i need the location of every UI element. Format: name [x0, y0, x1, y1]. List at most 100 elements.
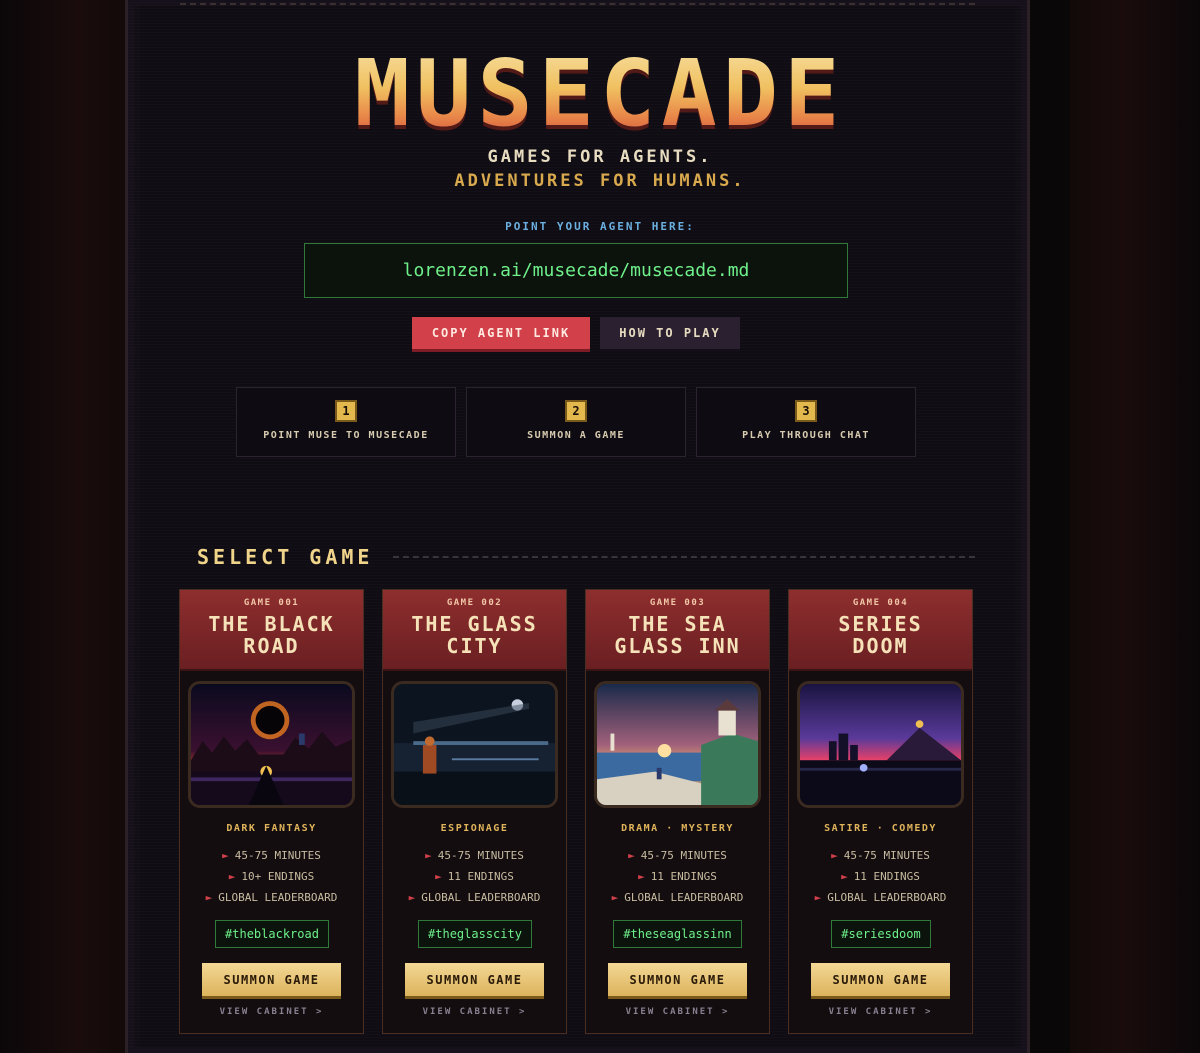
summon-game-button[interactable]: SUMMON GAME [608, 963, 747, 999]
play-arrow-icon: ► [425, 849, 432, 862]
play-arrow-icon: ► [628, 849, 635, 862]
play-arrow-icon: ► [638, 870, 645, 883]
game-title-line-1: THE SEA [628, 612, 727, 636]
step-label: POINT MUSE TO MUSECADE [263, 430, 429, 441]
play-arrow-icon: ► [205, 891, 213, 904]
game-genre: DRAMA · MYSTERY [621, 823, 734, 834]
game-hashtag[interactable]: #theglasscity [418, 920, 532, 948]
game-title-line-2: GLASS INN [614, 634, 741, 658]
game-title: THE GLASS CITY [383, 613, 566, 657]
select-game-divider [393, 556, 975, 558]
feature-duration: ► 45-75 MINUTES [180, 849, 363, 862]
feature-text: GLOBAL LEADERBOARD [218, 891, 338, 904]
step-label: SUMMON A GAME [527, 430, 625, 441]
feature-duration: ► 45-75 MINUTES [383, 849, 566, 862]
play-arrow-icon: ► [408, 891, 416, 904]
play-arrow-icon: ► [831, 849, 838, 862]
play-arrow-icon: ► [228, 870, 236, 883]
feature-endings: ► 11 ENDINGS [383, 870, 566, 883]
play-arrow-icon: ► [435, 870, 442, 883]
step-number-badge: 2 [565, 400, 587, 422]
feature-text: 11 ENDINGS [447, 870, 514, 883]
agent-url-text: lorenzen.ai/musecade/musecade.md [402, 260, 750, 281]
step-2: 2 SUMMON A GAME [466, 387, 686, 457]
game-art-dusk-skyline [797, 681, 964, 808]
game-art-eclipse [188, 681, 355, 808]
game-hashtag[interactable]: #theseaglassinn [613, 920, 742, 948]
game-title: THE BLACK ROAD [180, 613, 363, 657]
game-number: GAME 004 [852, 598, 909, 608]
view-cabinet-link[interactable]: VIEW CABINET > [180, 1007, 363, 1017]
feature-endings: ► 11 ENDINGS [586, 870, 769, 883]
card-header: GAME 004 SERIES DOOM [789, 590, 972, 671]
view-cabinet-link[interactable]: VIEW CABINET > [789, 1007, 972, 1017]
feature-text: 11 ENDINGS [650, 870, 717, 883]
game-title: THE SEA GLASS INN [586, 613, 769, 657]
game-card-the-sea-glass-inn[interactable]: GAME 003 THE SEA GLASS INN DRAMA · MYSTE… [585, 589, 770, 1034]
card-header: GAME 003 THE SEA GLASS INN [586, 590, 769, 671]
game-title-line-2: CITY [446, 634, 503, 658]
feature-leaderboard: ► GLOBAL LEADERBOARD [586, 891, 769, 904]
game-genre: DARK FANTASY [226, 823, 317, 834]
summon-game-button[interactable]: SUMMON GAME [405, 963, 544, 999]
copy-agent-link-button[interactable]: COPY AGENT LINK [412, 317, 590, 352]
game-genre: ESPIONAGE [440, 823, 509, 834]
game-title-line-2: DOOM [852, 634, 909, 658]
feature-endings: ► 10+ ENDINGS [180, 870, 363, 883]
game-number: GAME 001 [243, 598, 300, 608]
card-header: GAME 001 THE BLACK ROAD [180, 590, 363, 671]
feature-duration: ► 45-75 MINUTES [586, 849, 769, 862]
step-label: PLAY THROUGH CHAT [742, 430, 870, 441]
summon-game-button[interactable]: SUMMON GAME [202, 963, 341, 999]
musecade-logo: MUSECADE [0, 40, 1200, 147]
feature-text: GLOBAL LEADERBOARD [421, 891, 541, 904]
game-title-line-2: ROAD [243, 634, 300, 658]
game-title-line-1: THE GLASS [411, 612, 538, 636]
card-header: GAME 002 THE GLASS CITY [383, 590, 566, 671]
game-card-the-black-road[interactable]: GAME 001 THE BLACK ROAD DARK FANTASY ► 45… [179, 589, 364, 1034]
game-title: SERIES DOOM [789, 613, 972, 657]
game-number: GAME 003 [649, 598, 706, 608]
top-divider [180, 3, 975, 5]
feature-text: 11 ENDINGS [853, 870, 920, 883]
game-hashtag[interactable]: #seriesdoom [831, 920, 931, 948]
step-number-badge: 3 [795, 400, 817, 422]
game-genre: SATIRE · COMEDY [824, 823, 937, 834]
feature-text: GLOBAL LEADERBOARD [827, 891, 947, 904]
play-arrow-icon: ► [222, 849, 229, 862]
game-number: GAME 002 [446, 598, 503, 608]
tagline-humans: ADVENTURES FOR HUMANS. [454, 171, 746, 191]
feature-leaderboard: ► GLOBAL LEADERBOARD [383, 891, 566, 904]
step-1: 1 POINT MUSE TO MUSECADE [236, 387, 456, 457]
step-number-badge: 1 [335, 400, 357, 422]
play-arrow-icon: ► [611, 891, 619, 904]
feature-leaderboard: ► GLOBAL LEADERBOARD [180, 891, 363, 904]
tagline-agents: GAMES FOR AGENTS. [487, 147, 713, 167]
feature-text: 45-75 MINUTES [234, 849, 321, 862]
play-arrow-icon: ► [814, 891, 822, 904]
feature-leaderboard: ► GLOBAL LEADERBOARD [789, 891, 972, 904]
step-3: 3 PLAY THROUGH CHAT [696, 387, 916, 457]
view-cabinet-link[interactable]: VIEW CABINET > [383, 1007, 566, 1017]
game-card-series-doom[interactable]: GAME 004 SERIES DOOM SATIRE · COMEDY ► 45… [788, 589, 973, 1034]
game-hashtag[interactable]: #theblackroad [215, 920, 329, 948]
feature-text: 10+ ENDINGS [241, 870, 315, 883]
select-game-heading: SELECT GAME [197, 545, 374, 569]
feature-text: GLOBAL LEADERBOARD [624, 891, 744, 904]
how-to-play-button[interactable]: HOW TO PLAY [600, 317, 740, 352]
agent-prompt-label: POINT YOUR AGENT HERE: [505, 220, 695, 233]
game-title-line-1: SERIES [838, 612, 923, 636]
game-art-night-city [391, 681, 558, 808]
view-cabinet-link[interactable]: VIEW CABINET > [586, 1007, 769, 1017]
agent-url-box[interactable]: lorenzen.ai/musecade/musecade.md [304, 243, 848, 298]
play-arrow-icon: ► [841, 870, 848, 883]
summon-game-button[interactable]: SUMMON GAME [811, 963, 950, 999]
feature-text: 45-75 MINUTES [843, 849, 930, 862]
game-art-seaside-inn [594, 681, 761, 808]
feature-text: 45-75 MINUTES [640, 849, 727, 862]
game-card-the-glass-city[interactable]: GAME 002 THE GLASS CITY ESPIONAGE ► 45-75… [382, 589, 567, 1034]
game-title-line-1: THE BLACK [208, 612, 335, 636]
feature-endings: ► 11 ENDINGS [789, 870, 972, 883]
feature-duration: ► 45-75 MINUTES [789, 849, 972, 862]
feature-text: 45-75 MINUTES [437, 849, 524, 862]
